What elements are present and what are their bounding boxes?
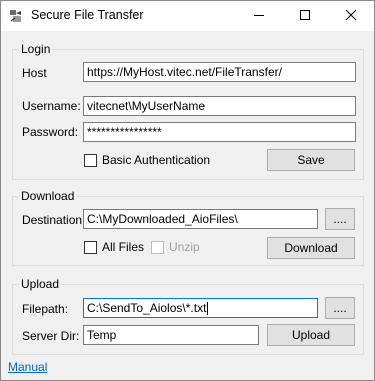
unzip-label: Unzip bbox=[169, 240, 200, 254]
basic-auth-label: Basic Authentication bbox=[102, 153, 211, 167]
download-group: Download Destination: C:\MyDownloaded_Ai… bbox=[12, 189, 364, 266]
login-legend: Login bbox=[19, 42, 53, 56]
password-field[interactable]: **************** bbox=[83, 122, 356, 142]
title-bar[interactable]: Secure File Transfer bbox=[1, 1, 374, 31]
manual-link[interactable]: Manual bbox=[8, 360, 47, 374]
server-dir-field[interactable]: Temp bbox=[83, 325, 259, 345]
destination-field[interactable]: C:\MyDownloaded_AioFiles\ bbox=[83, 209, 318, 229]
host-label: Host bbox=[22, 66, 47, 80]
unzip-checkbox[interactable] bbox=[151, 241, 164, 254]
maximize-icon bbox=[299, 9, 311, 24]
file-transfer-app-icon bbox=[9, 9, 25, 23]
username-field[interactable]: vitecnet\MyUserName bbox=[83, 96, 356, 116]
filepath-label: Filepath: bbox=[22, 302, 69, 316]
username-label: Username: bbox=[22, 99, 81, 113]
close-icon bbox=[345, 9, 357, 24]
download-legend: Download bbox=[19, 189, 77, 203]
close-button[interactable] bbox=[328, 1, 374, 31]
save-button-label: Save bbox=[297, 153, 325, 167]
destination-label: Destination: bbox=[22, 213, 86, 227]
save-button[interactable]: Save bbox=[267, 149, 355, 171]
filepath-browse-button[interactable]: .... bbox=[325, 297, 355, 319]
all-files-label: All Files bbox=[102, 240, 145, 254]
server-dir-label: Server Dir: bbox=[22, 329, 80, 343]
login-group: Login Host https://MyHost.vitec.net/File… bbox=[12, 42, 364, 180]
basic-auth-checkbox[interactable] bbox=[84, 154, 97, 167]
password-label: Password: bbox=[22, 125, 79, 139]
secure-file-transfer-window: Secure File Transfer Login Host https://… bbox=[0, 0, 375, 381]
minimize-icon bbox=[253, 9, 265, 24]
host-field[interactable]: https://MyHost.vitec.net/FileTransfer/ bbox=[83, 62, 356, 82]
upload-button[interactable]: Upload bbox=[267, 324, 355, 346]
window-title: Secure File Transfer bbox=[31, 8, 144, 22]
download-button-label: Download bbox=[284, 241, 338, 255]
upload-group: Upload Filepath: C:\SendTo_Aiolos\*.txt … bbox=[12, 277, 364, 355]
download-button[interactable]: Download bbox=[267, 237, 355, 259]
destination-browse-label: .... bbox=[333, 212, 347, 226]
minimize-button[interactable] bbox=[236, 1, 282, 31]
destination-browse-button[interactable]: .... bbox=[325, 208, 355, 230]
all-files-checkbox[interactable] bbox=[84, 241, 97, 254]
upload-legend: Upload bbox=[19, 277, 62, 291]
filepath-value: C:\SendTo_Aiolos\*.txt bbox=[87, 301, 207, 315]
filepath-field[interactable]: C:\SendTo_Aiolos\*.txt bbox=[83, 298, 318, 318]
maximize-button[interactable] bbox=[282, 1, 328, 31]
filepath-browse-label: .... bbox=[333, 301, 347, 315]
upload-button-label: Upload bbox=[291, 328, 331, 342]
text-caret bbox=[207, 302, 209, 316]
